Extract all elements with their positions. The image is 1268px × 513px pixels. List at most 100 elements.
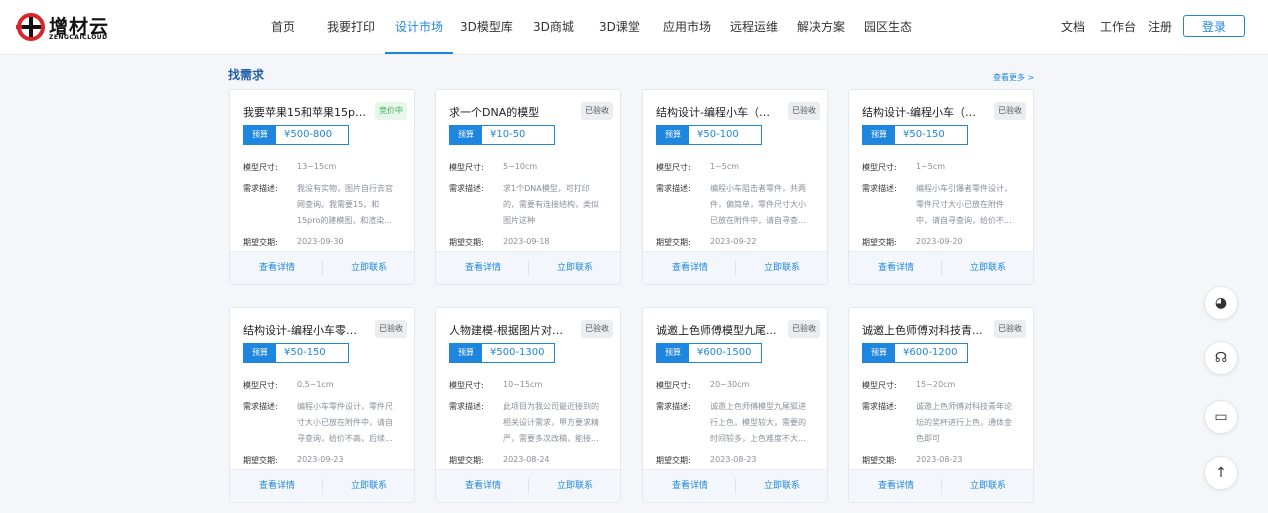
card-title[interactable]: 人物建模-根据图片对人... [449,322,573,338]
contact-now-button[interactable]: 立即联系 [557,252,593,284]
register-link[interactable]: 注册 [1148,0,1172,54]
contact-now-button[interactable]: 立即联系 [351,470,387,502]
desc-line: 件，偏简单，零件尺寸大小 [710,200,806,209]
nav-item-park-ecosystem[interactable]: 园区生态 [864,0,912,54]
footer-divider [735,260,736,276]
demand-card[interactable]: 结构设计-编程小车（阻... 已验收 预算 ¥50-100 模型尺寸: 1~5cm 需求描述… [642,89,828,285]
desc-line: 编程小车引爆者零件设计， [916,184,1012,193]
nav-item-3d-model-library[interactable]: 3D模型库 [460,0,513,54]
desc-line: 网查询。我需要15，和 [297,200,380,209]
view-detail-button[interactable]: 查看详情 [465,470,501,502]
workbench-link[interactable]: 工作台 [1100,0,1136,54]
desc-line: 此项目为我公司最近接到的 [503,402,599,411]
card-title[interactable]: 诚邀上色师傅模型九尾... [656,322,780,338]
budget-tag: 预算 ¥500-800 [243,125,349,145]
desc-label: 需求描述: [243,184,278,193]
card-footer: 查看详情 立即联系 [230,251,414,284]
footer-divider [735,478,736,494]
arrow-up-float-button[interactable]: ↑ [1204,456,1238,490]
deadline-value: 2023-09-30 [297,237,344,246]
size-label: 模型尺寸: [243,163,278,172]
card-footer: 查看详情 立即联系 [643,469,827,502]
view-detail-button[interactable]: 查看详情 [672,252,708,284]
card-title[interactable]: 我要苹果15和苹果15pr... [243,104,367,120]
chat-bubble-float-button[interactable]: ▭ [1204,400,1238,434]
deadline-label: 期望交期: [449,456,484,465]
brand-subtitle: ZENGCAICLOUD [49,34,108,41]
deadline-value: 2023-09-23 [297,455,344,464]
arrow-up-icon: ↑ [1215,465,1227,481]
status-badge: 已验收 [788,102,820,120]
size-value: 0.5~1cm [297,380,334,389]
demand-card[interactable]: 结构设计-编程小车（引... 已验收 预算 ¥50-150 模型尺寸: 1~5cm 需求描述… [848,89,1034,285]
demand-card[interactable]: 人物建模-根据图片对人... 已验收 预算 ¥500-1300 模型尺寸: 10~15cm… [435,307,621,503]
budget-label: 预算 [657,126,689,144]
size-value: 5~10cm [503,162,538,171]
view-detail-button[interactable]: 查看详情 [878,252,914,284]
headset-float-button[interactable]: ☊ [1204,341,1238,375]
brand-logo[interactable]: 增材云 ZENGCAICLOUD [16,10,126,44]
desc-line: 求1个DNA模型，可打印 [503,184,590,193]
demand-card[interactable]: 诚邀上色师傅对科技青... 已验收 预算 ¥600-1200 模型尺寸: 15~20cm 需… [848,307,1034,503]
footer-divider [322,478,323,494]
card-title[interactable]: 求一个DNA的模型 [449,104,573,120]
budget-label: 预算 [657,344,689,362]
nav-item-print[interactable]: 我要打印 [327,0,375,54]
card-title[interactable]: 结构设计-编程小车零件... [243,322,367,338]
size-label: 模型尺寸: [243,381,278,390]
desc-line: 色即可 [916,434,940,443]
nav-item-design-market[interactable]: 设计市场 [385,0,454,54]
nav-item-solutions[interactable]: 解决方案 [797,0,845,54]
desc-line: 编程小车阻击者零件，共两 [710,184,806,193]
view-detail-button[interactable]: 查看详情 [672,470,708,502]
view-detail-button[interactable]: 查看详情 [259,470,295,502]
budget-label: 预算 [863,344,895,362]
contact-now-button[interactable]: 立即联系 [970,252,1006,284]
size-label: 模型尺寸: [656,381,691,390]
view-detail-button[interactable]: 查看详情 [465,252,501,284]
footer-divider [322,260,323,276]
deadline-label: 期望交期: [243,456,278,465]
deadline-label: 期望交期: [656,456,691,465]
deadline-label: 期望交期: [449,238,484,247]
nav-item-label: 设计市场 [395,20,444,34]
size-value: 15~20cm [916,380,956,389]
demand-card[interactable]: 诚邀上色师傅模型九尾... 已验收 预算 ¥600-1500 模型尺寸: 20~30cm 需… [642,307,828,503]
view-detail-button[interactable]: 查看详情 [259,252,295,284]
demand-card[interactable]: 我要苹果15和苹果15pr... 竞价中 预算 ¥500-800 模型尺寸: 13~15c… [229,89,415,285]
budget-value: ¥50-150 [903,129,945,140]
desc-line: 严，需要多次改稿，能接... [503,434,599,443]
contact-now-button[interactable]: 立即联系 [764,252,800,284]
desc-label: 需求描述: [656,184,691,193]
nav-item-home[interactable]: 首页 [271,0,295,54]
nav-item-remote-ops[interactable]: 远程运维 [730,0,778,54]
status-badge: 竞价中 [375,102,407,120]
desc-label: 需求描述: [449,402,484,411]
nav-item-app-market[interactable]: 应用市场 [663,0,711,54]
view-more-link[interactable]: 查看更多 > [993,72,1034,83]
card-title[interactable]: 结构设计-编程小车（引... [862,104,986,120]
view-detail-button[interactable]: 查看详情 [878,470,914,502]
contact-now-button[interactable]: 立即联系 [970,470,1006,502]
demand-card[interactable]: 结构设计-编程小车零件... 已验收 预算 ¥50-150 模型尺寸: 0.5~1cm 需求… [229,307,415,503]
wechat-float-button[interactable]: ◕ [1204,286,1238,320]
nav-item-3d-classroom[interactable]: 3D课堂 [599,0,640,54]
contact-now-button[interactable]: 立即联系 [351,252,387,284]
contact-now-button[interactable]: 立即联系 [764,470,800,502]
desc-line: 零件尺寸大小已放在附件 [916,200,1004,209]
budget-label: 预算 [863,126,895,144]
size-value: 1~5cm [916,162,946,171]
desc-line: 的，需要有连接结构，类似 [503,200,599,209]
nav-item-3d-mall[interactable]: 3D商城 [533,0,574,54]
card-title[interactable]: 诚邀上色师傅对科技青... [862,322,986,338]
desc-line: 寸大小已放在附件中，请自 [297,418,393,427]
size-value: 1~5cm [710,162,740,171]
footer-divider [528,478,529,494]
budget-tag: 预算 ¥600-1200 [862,343,968,363]
card-title[interactable]: 结构设计-编程小车（阻... [656,104,780,120]
docs-link[interactable]: 文档 [1061,0,1085,54]
demand-card[interactable]: 求一个DNA的模型 已验收 预算 ¥10-50 模型尺寸: 5~10cm 需求描述: 求1个D… [435,89,621,285]
top-header: 增材云 ZENGCAICLOUD 首页 我要打印 设计市场 3D模型库 3D商城… [0,0,1268,55]
contact-now-button[interactable]: 立即联系 [557,470,593,502]
login-button[interactable]: 登录 [1183,15,1245,37]
